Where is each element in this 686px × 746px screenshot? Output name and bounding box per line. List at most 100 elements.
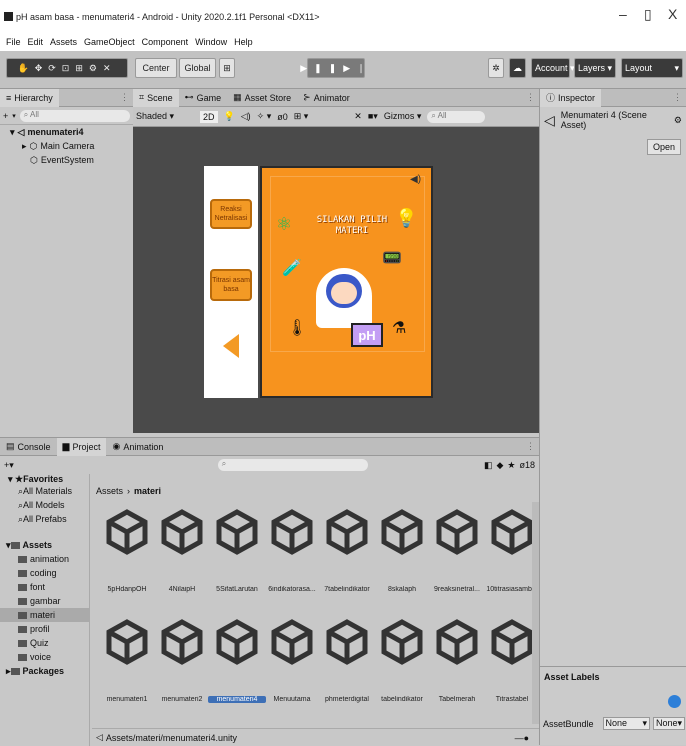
packages-root[interactable]: ▸ Packages xyxy=(0,664,89,678)
tab-project[interactable]: ▆ Project xyxy=(56,437,107,456)
open-button[interactable]: Open xyxy=(646,139,681,155)
asset-item[interactable]: Menuutama xyxy=(263,618,321,703)
tab-scene[interactable]: ⌗ Scene xyxy=(133,88,179,107)
menu-window[interactable]: Window xyxy=(195,37,227,47)
asset-item[interactable]: 7tabelindikator xyxy=(318,508,376,593)
breadcrumb-materi[interactable]: materi xyxy=(134,486,161,496)
panel-menu-icon[interactable]: ⋮ xyxy=(120,92,129,103)
pivot-center-toggle[interactable]: Center xyxy=(135,58,177,78)
project-search-input[interactable]: ⌕ xyxy=(217,459,368,471)
folder-animation[interactable]: animation xyxy=(0,552,89,566)
panel-menu-icon[interactable]: ⋮ xyxy=(673,92,682,103)
fav-all-models[interactable]: ⌕ All Models xyxy=(0,498,89,512)
tab-asset-store[interactable]: ▦ Asset Store xyxy=(227,89,297,107)
scene-search-input[interactable]: ⌕ All xyxy=(427,110,486,123)
transform-tools[interactable]: ✋✥⟳⊡⊞⚙✕ xyxy=(6,58,128,78)
tab-console[interactable]: ▤ Console xyxy=(0,438,57,456)
shading-dropdown[interactable]: Shaded ▾ xyxy=(136,111,194,122)
lighting-icon[interactable]: 💡 xyxy=(224,111,235,122)
create-dropdown-icon[interactable]: ▾ xyxy=(12,112,16,120)
grid-icon[interactable]: ⊞ ▾ xyxy=(294,111,309,122)
tab-hierarchy[interactable]: ≡ Hierarchy xyxy=(0,88,59,107)
breadcrumb-assets[interactable]: Assets xyxy=(96,486,123,496)
folder-voice[interactable]: voice xyxy=(0,650,89,664)
close-button[interactable]: X xyxy=(668,6,677,22)
folder-profil[interactable]: profil xyxy=(0,622,89,636)
2d-toggle[interactable]: 2D xyxy=(200,110,218,123)
hierarchy-item-main-camera[interactable]: ▸ ⬡ Main Camera xyxy=(0,139,133,153)
folder-quiz[interactable]: Quiz xyxy=(0,636,89,650)
tab-game[interactable]: ⊷ Game xyxy=(179,89,228,107)
asset-item[interactable]: 5SifatLarutan xyxy=(208,508,266,593)
assetbundle-dropdown[interactable]: None ▾ xyxy=(602,717,650,730)
menu-component[interactable]: Component xyxy=(142,37,189,47)
sound-icon[interactable]: ◀) xyxy=(410,174,421,185)
favorite-icon[interactable]: ★ xyxy=(507,460,515,471)
scene-root-item[interactable]: ▾ ◁ menumateri4 xyxy=(0,125,133,139)
panel-menu-icon[interactable]: ⋮ xyxy=(526,441,535,452)
filter-type-icon[interactable]: ◧ xyxy=(484,460,493,471)
tab-inspector[interactable]: ⓘ Inspector xyxy=(540,88,602,107)
gizmos-dropdown[interactable]: Gizmos ▾ xyxy=(384,111,422,122)
label-button[interactable] xyxy=(668,695,681,708)
asset-item[interactable]: 6indikatorasa... xyxy=(263,508,321,593)
visibility-icon[interactable]: ø0 xyxy=(277,112,288,122)
icon-size-slider[interactable]: —● xyxy=(515,733,529,743)
tools-icon[interactable]: ✕ xyxy=(354,111,362,122)
asset-item[interactable]: 9reaksinetral... xyxy=(428,508,486,593)
panel-menu-icon[interactable]: ⋮ xyxy=(526,92,535,103)
menu-help[interactable]: Help xyxy=(234,37,253,47)
grid-scrollbar[interactable] xyxy=(532,502,539,724)
variant-dropdown[interactable]: None▾ xyxy=(653,717,685,730)
assets-root[interactable]: ▾ Assets xyxy=(0,538,89,552)
maximize-button[interactable]: ▯ xyxy=(644,6,652,23)
collab-button[interactable]: ✲ xyxy=(488,58,504,78)
fav-label: All Prefabs xyxy=(23,514,67,524)
tab-animation[interactable]: ◉ Animation xyxy=(106,438,169,456)
menu-edit[interactable]: Edit xyxy=(28,37,44,47)
asset-item[interactable]: 8skalaph xyxy=(373,508,431,593)
hierarchy-search-input[interactable]: ⌕ All xyxy=(19,109,130,122)
grid-snap-button[interactable]: ⊞ xyxy=(219,58,235,78)
filter-label-icon[interactable]: ◆ xyxy=(496,460,503,471)
create-button[interactable]: + xyxy=(3,111,8,121)
folder-font[interactable]: font xyxy=(0,580,89,594)
menu-gameobject[interactable]: GameObject xyxy=(84,37,135,47)
layout-dropdown[interactable]: Layout ▾ xyxy=(621,58,683,78)
layers-dropdown[interactable]: Layers ▾ xyxy=(574,58,616,78)
audio-icon[interactable]: ◁) xyxy=(241,111,251,122)
asset-item[interactable]: phmeterdigital xyxy=(318,618,376,703)
favorites-header[interactable]: ▾ ★ Favorites xyxy=(0,474,89,484)
create-asset-button[interactable]: +▾ xyxy=(4,460,14,471)
scientist-illustration xyxy=(316,268,372,328)
playback-controls[interactable]: ▶❚❚▶❘ xyxy=(300,58,365,78)
asset-item[interactable]: 5pHdanpOH xyxy=(98,508,156,593)
reaksi-netralisasi-button[interactable]: Reaksi Netralisasi xyxy=(210,199,252,229)
fav-all-prefabs[interactable]: ⌕ All Prefabs xyxy=(0,512,89,526)
asset-item[interactable]: menumateri1 xyxy=(98,618,156,703)
effects-icon[interactable]: ✧ ▾ xyxy=(257,111,272,122)
minimize-button[interactable]: – xyxy=(619,6,627,22)
menu-assets[interactable]: Assets xyxy=(50,37,77,47)
folder-coding[interactable]: coding xyxy=(0,566,89,580)
titrasi-asam-basa-button[interactable]: Titrasi asam basa xyxy=(210,269,252,301)
hierarchy-item-eventsystem[interactable]: ⬡ EventSystem xyxy=(0,153,133,167)
fav-all-materials[interactable]: ⌕ All Materials xyxy=(0,484,89,498)
account-dropdown[interactable]: Account ▾ xyxy=(531,58,575,78)
menu-file[interactable]: File xyxy=(6,37,21,47)
folder-materi[interactable]: materi xyxy=(0,608,89,622)
camera-icon[interactable]: ■▾ xyxy=(368,111,378,122)
back-arrow-icon[interactable] xyxy=(223,334,239,358)
asset-item[interactable]: menumateri4 xyxy=(208,618,266,703)
global-local-toggle[interactable]: Global xyxy=(179,58,216,78)
tab-animator[interactable]: ⊱ Animator xyxy=(297,89,356,107)
asset-item[interactable]: menumateri2 xyxy=(153,618,211,703)
tab-scene-label: Scene xyxy=(147,92,173,103)
scene-viewport[interactable]: Reaksi Netralisasi Titrasi asam basa ◀) … xyxy=(133,127,539,433)
asset-item[interactable]: Tabelmerah xyxy=(428,618,486,703)
asset-item[interactable]: tabelindikator xyxy=(373,618,431,703)
asset-item[interactable]: 4NilaipH xyxy=(153,508,211,593)
settings-icon[interactable]: ⚙ xyxy=(674,115,682,126)
cloud-icon[interactable]: ☁ xyxy=(509,58,526,78)
folder-gambar[interactable]: gambar xyxy=(0,594,89,608)
